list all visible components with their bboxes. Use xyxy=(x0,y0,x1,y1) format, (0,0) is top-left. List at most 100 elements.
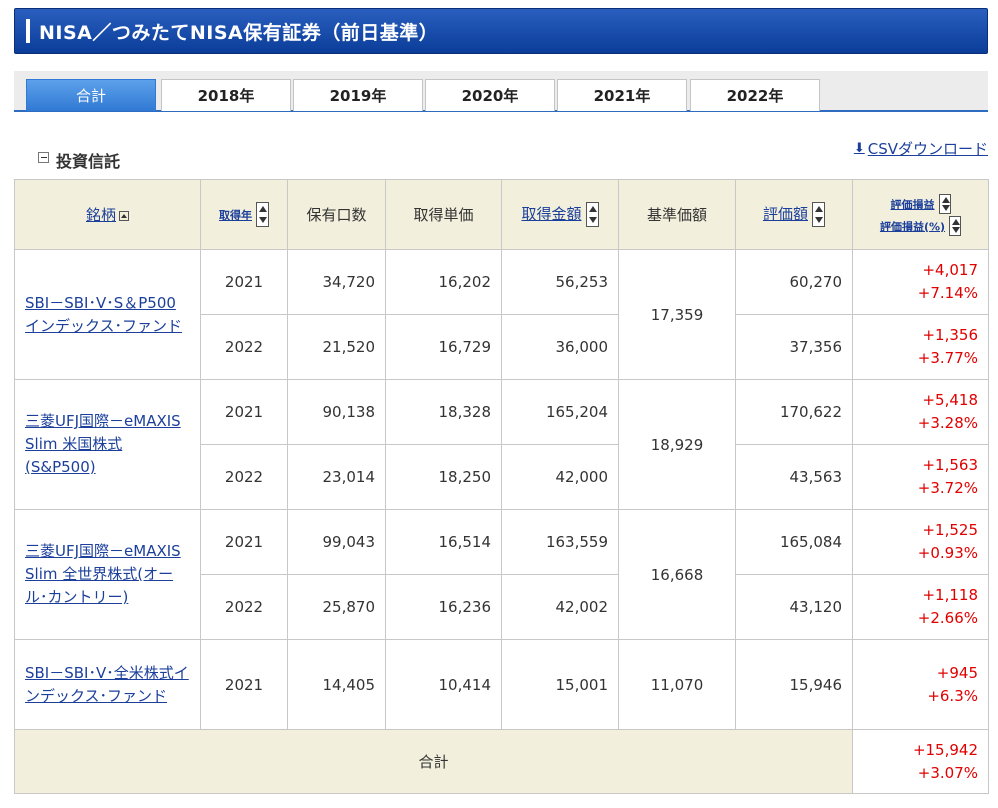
value-cell: 43,120 xyxy=(735,574,853,640)
title-accent xyxy=(26,19,30,43)
pl-percent: +0.93% xyxy=(917,544,978,562)
units-cell: 25,870 xyxy=(287,574,386,640)
total-pl-percent: +3.07% xyxy=(917,763,978,782)
collapse-toggle-icon[interactable] xyxy=(38,151,49,163)
col-pl: 評価損益 評価損益(%) xyxy=(852,179,989,250)
col-value: 評価額 xyxy=(735,179,853,250)
pl-amount: +1,118 xyxy=(922,586,978,604)
sort-year-link[interactable]: 取得年 xyxy=(219,209,252,222)
tab-2021[interactable]: 2021年 xyxy=(557,79,687,111)
col-cost: 取得金額 xyxy=(501,179,619,250)
fund-cell: 三菱UFJ国際－eMAXIS Slim 米国株式(S&P500) xyxy=(14,379,201,510)
units-cell: 14,405 xyxy=(287,639,386,730)
total-pl-amount: +15,942 xyxy=(912,740,978,759)
pl-amount: +1,525 xyxy=(922,521,978,539)
col-unit-cost: 取得単価 xyxy=(385,179,502,250)
units-cell: 21,520 xyxy=(287,314,386,380)
fund-name-link[interactable]: 三菱UFJ国際－eMAXIS Slim 米国株式(S&P500) xyxy=(25,412,181,476)
sort-fund-link[interactable]: 銘柄 xyxy=(86,206,116,224)
cost-cell: 163,559 xyxy=(501,509,619,575)
col-fund: 銘柄 xyxy=(14,179,201,250)
page-title-bar: NISA／つみたてNISA保有証券（前日基準） xyxy=(14,8,988,54)
pl-percent: +3.28% xyxy=(917,414,978,432)
pl-cell: +5,418 +3.28% xyxy=(852,379,989,445)
unit-cost-cell: 10,414 xyxy=(385,639,502,730)
value-cell: 170,622 xyxy=(735,379,853,445)
nav-cell: 16,668 xyxy=(618,509,736,640)
unit-cost-cell: 16,729 xyxy=(385,314,502,380)
tab-2018[interactable]: 2018年 xyxy=(161,79,291,111)
pl-cell: +1,563 +3.72% xyxy=(852,444,989,510)
fund-name-link[interactable]: 三菱UFJ国際－eMAXIS Slim 全世界株式(オール･カントリー) xyxy=(25,542,181,606)
sort-arrows-icon[interactable] xyxy=(949,215,962,236)
year-cell: 2021 xyxy=(200,249,288,315)
col-year: 取得年 xyxy=(200,179,288,250)
total-row: 合計 +15,942 +3.07% xyxy=(14,729,989,794)
fund-cell: SBI－SBI･V･S＆P500インデックス･ファンド xyxy=(14,249,201,380)
units-cell: 23,014 xyxy=(287,444,386,510)
csv-download-label: CSVダウンロード xyxy=(867,140,988,158)
table-row: SBI－SBI･V･S＆P500インデックス･ファンド 2021 34,720 … xyxy=(14,249,989,380)
sort-arrows-icon[interactable] xyxy=(812,202,825,227)
table-row: 三菱UFJ国際－eMAXIS Slim 全世界株式(オール･カントリー) 202… xyxy=(14,509,989,640)
year-cell: 2021 xyxy=(200,509,288,575)
download-icon: ⬇ xyxy=(853,141,865,156)
holdings-table: 銘柄 取得年 保有口数 取得単価 取得金額 基準価額 評価額 評価損益 評価損益… xyxy=(14,179,989,794)
table-row: 三菱UFJ国際－eMAXIS Slim 米国株式(S&P500) 2021 90… xyxy=(14,379,989,510)
fund-name-link[interactable]: SBI－SBI･V･全米株式インデックス･ファンド xyxy=(25,664,189,705)
unit-cost-cell: 18,250 xyxy=(385,444,502,510)
value-cell: 60,270 xyxy=(735,249,853,315)
sort-pl-link[interactable]: 評価損益 xyxy=(891,198,935,211)
pl-cell: +1,525 +0.93% xyxy=(852,509,989,575)
unit-cost-cell: 16,236 xyxy=(385,574,502,640)
col-nav: 基準価額 xyxy=(618,179,736,250)
sort-arrows-icon[interactable] xyxy=(256,202,269,227)
sort-cost-link[interactable]: 取得金額 xyxy=(521,205,581,223)
table-row: SBI－SBI･V･全米株式インデックス･ファンド 2021 14,405 10… xyxy=(14,639,989,730)
year-cell: 2021 xyxy=(200,639,288,730)
section-header: 投資信託 xyxy=(38,148,120,172)
page-title: NISA／つみたてNISA保有証券（前日基準） xyxy=(39,21,439,44)
table-header-row: 銘柄 取得年 保有口数 取得単価 取得金額 基準価額 評価額 評価損益 評価損益… xyxy=(14,179,989,250)
pl-amount: +1,356 xyxy=(922,326,978,344)
cost-cell: 42,000 xyxy=(501,444,619,510)
sort-pl-pct-link[interactable]: 評価損益(%) xyxy=(880,220,945,233)
nav-cell: 18,929 xyxy=(618,379,736,510)
nav-cell: 11,070 xyxy=(618,639,736,730)
pl-cell: +945 +6.3% xyxy=(852,639,989,730)
value-cell: 43,563 xyxy=(735,444,853,510)
tab-2022[interactable]: 2022年 xyxy=(690,79,820,111)
cost-cell: 36,000 xyxy=(501,314,619,380)
sort-arrows-icon[interactable] xyxy=(938,193,951,214)
units-cell: 90,138 xyxy=(287,379,386,445)
pl-percent: +3.72% xyxy=(917,479,978,497)
year-tab-strip: 合計 2018年 2019年 2020年 2021年 2022年 xyxy=(14,71,988,112)
pl-percent: +6.3% xyxy=(927,686,978,705)
col-units: 保有口数 xyxy=(287,179,386,250)
unit-cost-cell: 16,514 xyxy=(385,509,502,575)
pl-amount: +4,017 xyxy=(922,261,978,279)
fund-cell: SBI－SBI･V･全米株式インデックス･ファンド xyxy=(14,639,201,730)
pl-cell: +1,118 +2.66% xyxy=(852,574,989,640)
sort-arrows-icon[interactable] xyxy=(585,202,599,227)
nav-cell: 17,359 xyxy=(618,249,736,380)
sort-value-link[interactable]: 評価額 xyxy=(763,205,808,223)
total-pl-cell: +15,942 +3.07% xyxy=(852,729,989,794)
tab-2019[interactable]: 2019年 xyxy=(293,79,423,111)
tab-total[interactable]: 合計 xyxy=(26,79,156,111)
year-cell: 2022 xyxy=(200,574,288,640)
fund-name-link[interactable]: SBI－SBI･V･S＆P500インデックス･ファンド xyxy=(25,294,182,335)
pl-amount: +945 xyxy=(936,663,978,682)
section-label: 投資信託 xyxy=(56,152,121,171)
pl-percent: +7.14% xyxy=(917,284,978,302)
total-label: 合計 xyxy=(14,729,853,794)
unit-cost-cell: 18,328 xyxy=(385,379,502,445)
year-cell: 2022 xyxy=(200,314,288,380)
units-cell: 99,043 xyxy=(287,509,386,575)
cost-cell: 15,001 xyxy=(501,639,619,730)
sort-asc-icon[interactable] xyxy=(119,210,129,221)
units-cell: 34,720 xyxy=(287,249,386,315)
tab-2020[interactable]: 2020年 xyxy=(425,79,555,111)
csv-download-link[interactable]: ⬇ CSVダウンロード xyxy=(854,138,988,159)
cost-cell: 165,204 xyxy=(501,379,619,445)
